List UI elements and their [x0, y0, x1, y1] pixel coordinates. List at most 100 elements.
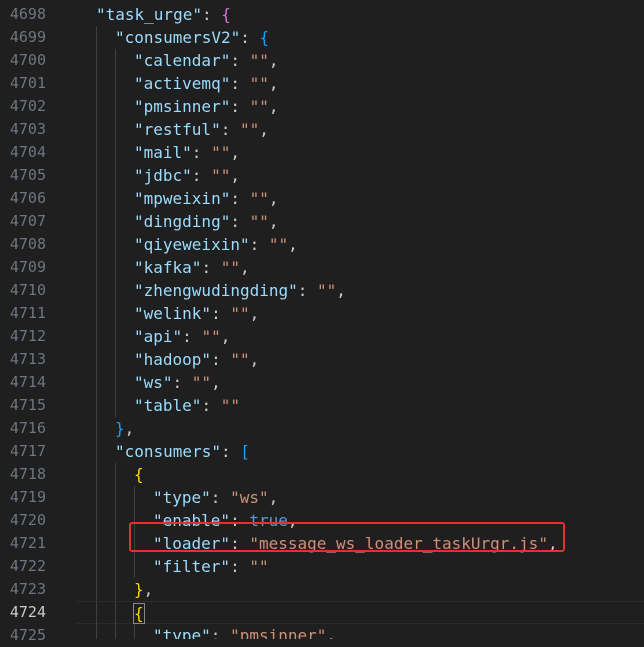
- code-line[interactable]: "dingding": "",: [76, 210, 644, 233]
- code-token: "": [220, 258, 240, 277]
- indent-guide: [96, 210, 97, 233]
- code-line[interactable]: {: [76, 601, 644, 625]
- code-line[interactable]: "restful": "",: [76, 118, 644, 141]
- code-line[interactable]: "consumersV2": {: [76, 26, 644, 49]
- code-token: :: [201, 5, 222, 24]
- code-line[interactable]: {: [76, 463, 644, 486]
- code-token: "": [249, 212, 269, 231]
- line-number: 4700: [9, 51, 46, 69]
- code-token: ,: [124, 419, 135, 438]
- line-number: 4716: [9, 419, 46, 437]
- line-number: 4703: [9, 120, 46, 138]
- code-token: "mpweixin": [134, 189, 231, 208]
- indent-guide: [115, 164, 116, 187]
- code-content: "pmsinner": "",: [134, 95, 279, 118]
- code-line[interactable]: "api": "",: [76, 325, 644, 348]
- code-content: "type": "ws",: [153, 486, 278, 509]
- code-line[interactable]: "mpweixin": "",: [76, 187, 644, 210]
- code-line[interactable]: "type": "pmsinner",: [76, 624, 644, 639]
- indent-guide: [134, 486, 135, 509]
- code-content: "calendar": "",: [134, 49, 279, 72]
- code-line[interactable]: "qiyeweixin": "",: [76, 233, 644, 256]
- line-number: 4718: [9, 465, 46, 483]
- code-token: "api": [134, 327, 183, 346]
- code-content: "consumers": [: [115, 440, 250, 463]
- code-token: "kafka": [134, 258, 202, 277]
- code-token: "dingding": [134, 212, 231, 231]
- indent-guide: [115, 279, 116, 302]
- indent-guide: [115, 302, 116, 325]
- code-content: "consumersV2": {: [115, 26, 269, 49]
- code-line[interactable]: "kafka": "",: [76, 256, 644, 279]
- code-token: ,: [230, 166, 240, 185]
- code-content: },: [115, 417, 134, 440]
- line-number: 4704: [9, 143, 46, 161]
- code-token: "table": [134, 396, 202, 415]
- code-line[interactable]: "mail": "",: [76, 141, 644, 164]
- code-token: "": [268, 235, 289, 254]
- code-line[interactable]: "type": "ws",: [76, 486, 644, 509]
- code-token: "consumers": [115, 442, 221, 461]
- code-line[interactable]: "pmsinner": "",: [76, 95, 644, 118]
- code-line[interactable]: "consumers": [: [76, 440, 644, 463]
- code-line[interactable]: "hadoop": "",: [76, 348, 644, 371]
- code-line[interactable]: },: [76, 578, 644, 601]
- line-number: 4717: [9, 442, 46, 460]
- line-number: 4699: [9, 28, 46, 46]
- code-token: "consumersV2": [115, 28, 241, 47]
- code-line[interactable]: "activemq": "",: [76, 72, 644, 95]
- code-line[interactable]: "welink": "",: [76, 302, 644, 325]
- code-line[interactable]: "ws": "",: [76, 371, 644, 394]
- code-token: ,: [268, 488, 279, 507]
- code-token: :: [210, 488, 231, 507]
- code-line[interactable]: "filter": "": [76, 555, 644, 578]
- code-token: "mail": [134, 143, 192, 162]
- line-number: 4705: [9, 166, 46, 184]
- code-token: "": [211, 166, 231, 185]
- code-line[interactable]: "jdbc": "",: [76, 164, 644, 187]
- line-number: 4719: [9, 488, 46, 506]
- code-line[interactable]: "calendar": "",: [76, 49, 644, 72]
- code-token: :: [211, 304, 231, 323]
- code-token: "hadoop": [134, 350, 212, 369]
- line-number: 4702: [9, 97, 46, 115]
- indent-guide: [115, 325, 116, 348]
- code-token: ,: [230, 143, 240, 162]
- code-content: "filter": "": [153, 555, 269, 578]
- code-token: ,: [268, 189, 279, 208]
- code-token: ,: [239, 258, 250, 277]
- loader-line-highlight-box: [129, 522, 565, 552]
- indent-guide: [115, 509, 116, 532]
- code-token: "pmsinner": [230, 626, 327, 639]
- indent-guide: [115, 602, 116, 625]
- code-line[interactable]: "table": "": [76, 394, 644, 417]
- code-token: "filter": [153, 557, 231, 576]
- indent-guide: [115, 578, 116, 601]
- code-content: "dingding": "",: [134, 210, 279, 233]
- indent-guide: [115, 371, 116, 394]
- code-token: ,: [220, 327, 231, 346]
- indent-guide: [96, 509, 97, 532]
- code-token: ,: [268, 51, 279, 70]
- code-token: :: [201, 258, 221, 277]
- code-token: ,: [336, 281, 346, 300]
- code-token: [: [240, 442, 250, 461]
- code-token: "welink": [134, 304, 212, 323]
- indent-guide: [115, 187, 116, 210]
- code-content: "jdbc": "",: [134, 164, 240, 187]
- code-content: "zhengwudingding": "",: [134, 279, 346, 302]
- code-token: "calendar": [134, 51, 231, 70]
- code-line[interactable]: "task_urge": {: [76, 3, 644, 26]
- code-token: "ws": [230, 488, 269, 507]
- code-token: :: [230, 97, 250, 116]
- code-content: "kafka": "",: [134, 256, 250, 279]
- code-line[interactable]: "zhengwudingding": "",: [76, 279, 644, 302]
- line-number: 4715: [9, 396, 46, 414]
- indent-guide: [115, 95, 116, 118]
- code-content: "activemq": "",: [134, 72, 279, 95]
- code-content: "restful": "",: [134, 118, 269, 141]
- code-token: "zhengwudingding": [134, 281, 298, 300]
- indent-guide: [96, 624, 97, 639]
- code-editor[interactable]: 4698 4699 4700 4701 4702 4703 4704 4705 4706 4707…: [0, 0, 644, 644]
- code-line[interactable]: },: [76, 417, 644, 440]
